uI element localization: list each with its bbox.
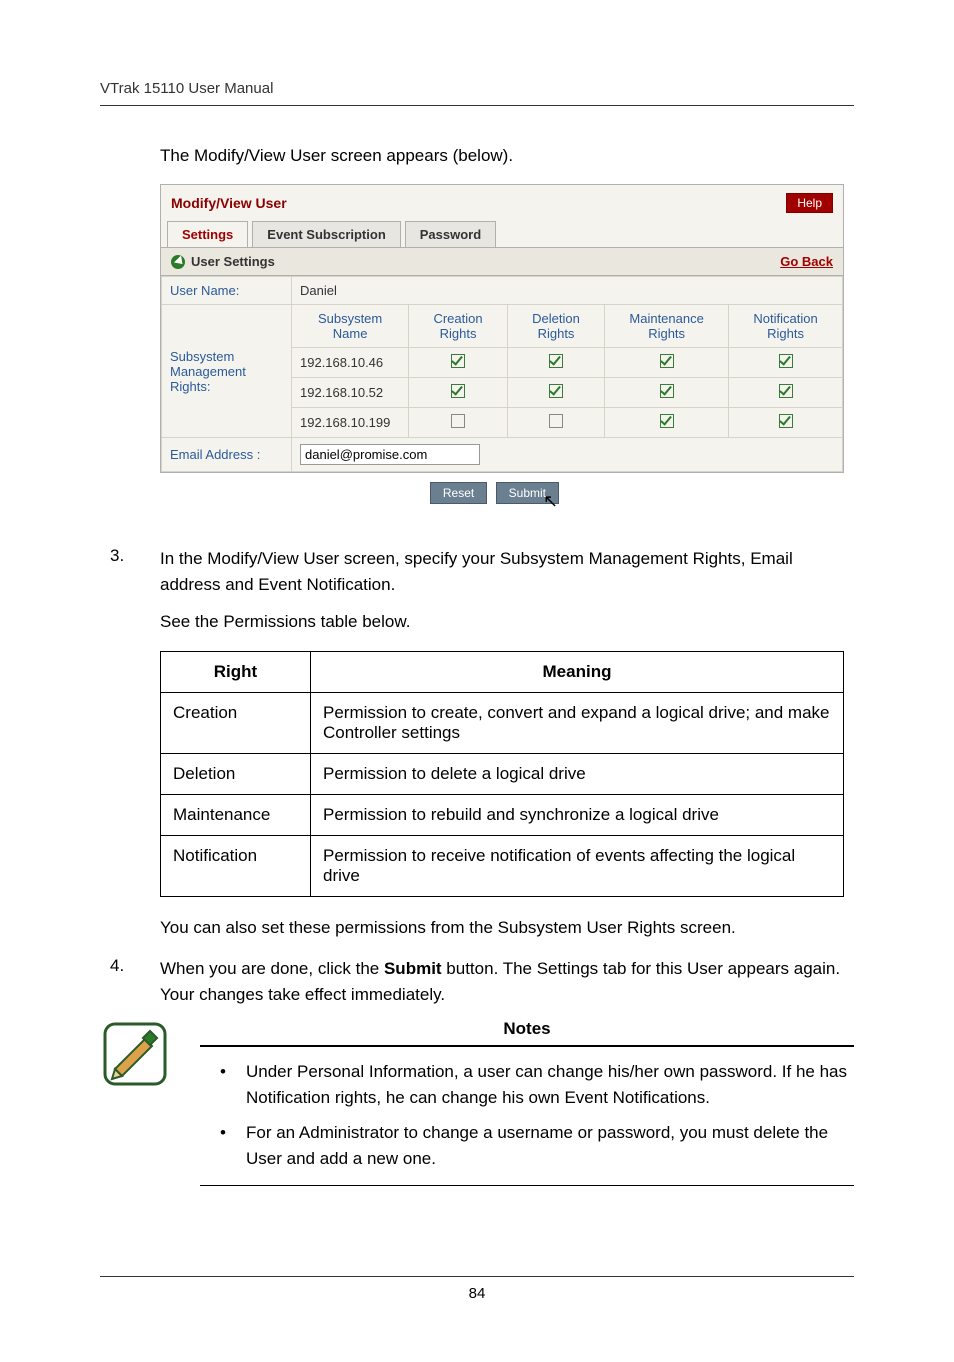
modify-view-panel-wrap: Modify/View User Help Settings Event Sub… bbox=[160, 184, 844, 516]
subsystem-cell: 192.168.10.199 bbox=[292, 408, 409, 438]
after-table-text: You can also set these permissions from … bbox=[160, 915, 854, 941]
checkbox-maintenance[interactable] bbox=[660, 384, 674, 398]
step-3: 3. In the Modify/View User screen, speci… bbox=[100, 546, 854, 597]
notes-section: Notes Under Personal Information, a user… bbox=[100, 1019, 854, 1186]
perm-meaning: Permission to rebuild and synchronize a … bbox=[311, 794, 844, 835]
step-body: In the Modify/View User screen, specify … bbox=[160, 546, 854, 597]
checkbox-deletion[interactable] bbox=[549, 414, 563, 428]
go-back-link[interactable]: Go Back bbox=[780, 254, 833, 269]
checkbox-deletion[interactable] bbox=[549, 384, 563, 398]
username-label: User Name: bbox=[162, 277, 292, 305]
subsystem-cell: 192.168.10.46 bbox=[292, 348, 409, 378]
table-row: Deletion Permission to delete a logical … bbox=[161, 753, 844, 794]
col-deletion: Deletion Rights bbox=[507, 305, 604, 348]
subsystem-cell: 192.168.10.52 bbox=[292, 378, 409, 408]
checkbox-maintenance[interactable] bbox=[660, 354, 674, 368]
notes-item: Under Personal Information, a user can c… bbox=[220, 1059, 854, 1110]
notes-item: For an Administrator to change a usernam… bbox=[220, 1120, 854, 1171]
checkbox-notification[interactable] bbox=[779, 354, 793, 368]
step-number: 3. bbox=[110, 546, 138, 597]
tab-password[interactable]: Password bbox=[405, 221, 496, 247]
tab-event-subscription[interactable]: Event Subscription bbox=[252, 221, 400, 247]
col-notification: Notification Rights bbox=[729, 305, 843, 348]
col-subsystem: Subsystem Name bbox=[292, 305, 409, 348]
step-4: 4. When you are done, click the Submit b… bbox=[100, 956, 854, 1007]
header-rule bbox=[100, 105, 854, 106]
intro-text: The Modify/View User screen appears (bel… bbox=[160, 146, 854, 166]
step-4-pre: When you are done, click the bbox=[160, 959, 384, 978]
username-value: Daniel bbox=[292, 277, 843, 305]
step-number: 4. bbox=[110, 956, 138, 1007]
reset-button[interactable]: Reset bbox=[430, 482, 487, 504]
submit-button[interactable]: Submit bbox=[496, 482, 559, 504]
col-maintenance: Maintenance Rights bbox=[605, 305, 729, 348]
section-left: User Settings bbox=[171, 254, 275, 269]
table-row: Creation Permission to create, convert a… bbox=[161, 692, 844, 753]
step-3-sub: See the Permissions table below. bbox=[160, 609, 854, 635]
perm-header-meaning: Meaning bbox=[311, 651, 844, 692]
rights-label: Subsystem Management Rights: bbox=[162, 305, 292, 438]
perm-right: Creation bbox=[161, 692, 311, 753]
checkbox-notification[interactable] bbox=[779, 414, 793, 428]
button-row: Reset Submit↖ bbox=[160, 473, 844, 516]
user-settings-table: User Name: Daniel Subsystem Management R… bbox=[161, 276, 843, 472]
modify-view-panel: Modify/View User Help Settings Event Sub… bbox=[160, 184, 844, 473]
section-bar: User Settings Go Back bbox=[161, 247, 843, 276]
pencil-icon bbox=[100, 1019, 170, 1089]
table-row: Notification Permission to receive notif… bbox=[161, 835, 844, 896]
perm-right: Notification bbox=[161, 835, 311, 896]
notes-list: Under Personal Information, a user can c… bbox=[200, 1059, 854, 1171]
perm-header-right: Right bbox=[161, 651, 311, 692]
step-4-bold: Submit bbox=[384, 959, 442, 978]
checkbox-creation[interactable] bbox=[451, 414, 465, 428]
email-input[interactable] bbox=[300, 444, 480, 465]
section-label: User Settings bbox=[191, 254, 275, 269]
permissions-table: Right Meaning Creation Permission to cre… bbox=[160, 651, 844, 897]
table-row: Maintenance Permission to rebuild and sy… bbox=[161, 794, 844, 835]
section-arrow-icon bbox=[171, 255, 185, 269]
page-footer: 84 bbox=[100, 1276, 854, 1302]
tab-settings[interactable]: Settings bbox=[167, 221, 248, 247]
notes-bottom-rule bbox=[200, 1185, 854, 1186]
tabs-row: Settings Event Subscription Password bbox=[161, 221, 843, 247]
notes-title: Notes bbox=[200, 1019, 854, 1039]
col-creation: Creation Rights bbox=[409, 305, 508, 348]
perm-meaning: Permission to receive notification of ev… bbox=[311, 835, 844, 896]
help-button[interactable]: Help bbox=[786, 193, 833, 213]
notes-top-rule bbox=[200, 1045, 854, 1047]
email-label: Email Address : bbox=[162, 438, 292, 472]
notes-icon-wrap bbox=[100, 1019, 180, 1094]
perm-right: Maintenance bbox=[161, 794, 311, 835]
page-header: VTrak 15110 User Manual bbox=[100, 80, 854, 97]
perm-meaning: Permission to create, convert and expand… bbox=[311, 692, 844, 753]
panel-titlebar: Modify/View User Help bbox=[161, 185, 843, 221]
checkbox-creation[interactable] bbox=[451, 354, 465, 368]
perm-right: Deletion bbox=[161, 753, 311, 794]
checkbox-notification[interactable] bbox=[779, 384, 793, 398]
notes-content: Notes Under Personal Information, a user… bbox=[200, 1019, 854, 1186]
checkbox-creation[interactable] bbox=[451, 384, 465, 398]
checkbox-maintenance[interactable] bbox=[660, 414, 674, 428]
panel-title: Modify/View User bbox=[171, 195, 287, 211]
checkbox-deletion[interactable] bbox=[549, 354, 563, 368]
perm-meaning: Permission to delete a logical drive bbox=[311, 753, 844, 794]
step-body: When you are done, click the Submit butt… bbox=[160, 956, 854, 1007]
